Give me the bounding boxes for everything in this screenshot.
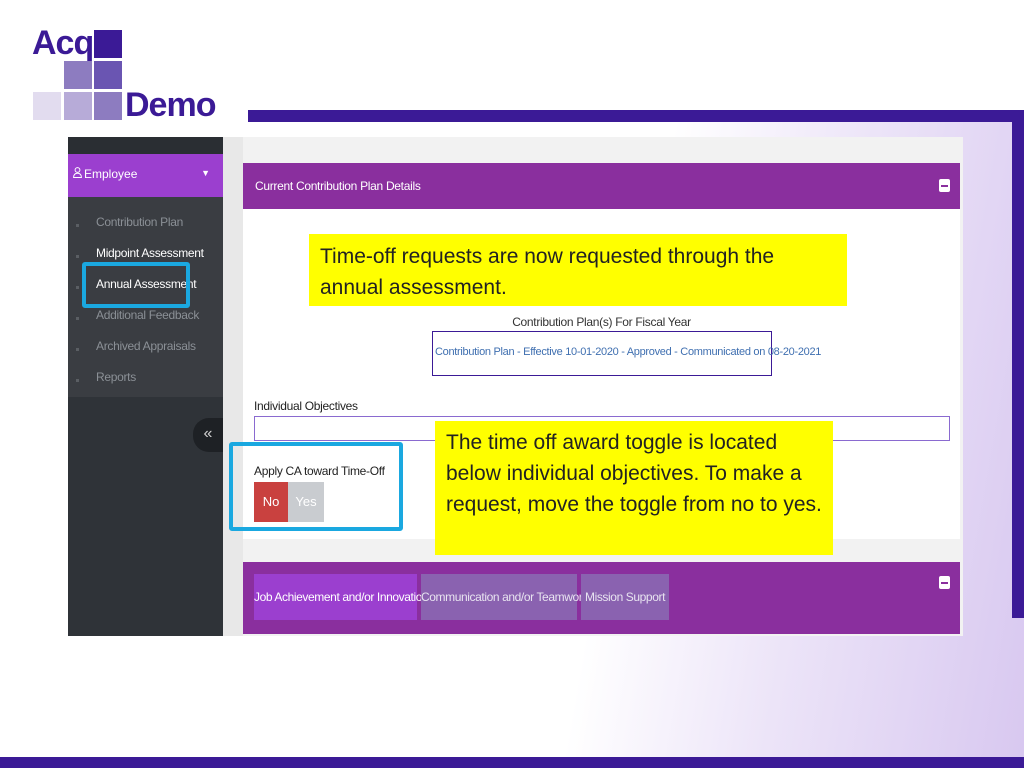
tab-communication[interactable]: Communication and/or Teamwork: [421, 574, 588, 620]
sidebar: Employee ▼ Contribution Plan Midpoint As…: [68, 137, 223, 636]
sidebar-section-label: Employee: [84, 167, 138, 181]
logo-text-acq: Acq: [32, 24, 94, 62]
bullet-icon: [76, 255, 79, 258]
logo-square: [94, 61, 122, 89]
sidebar-item-additional-feedback[interactable]: Additional Feedback: [96, 308, 199, 322]
sidebar-item-archived-appraisals[interactable]: Archived Appraisals: [96, 339, 196, 353]
sidebar-item-contribution-plan[interactable]: Contribution Plan: [96, 215, 183, 229]
bullet-icon: [76, 317, 79, 320]
contribution-plan-link[interactable]: Contribution Plan - Effective 10-01-2020…: [432, 331, 821, 376]
highlight-annual-assessment: [82, 262, 190, 308]
logo-text-demo: Demo: [125, 86, 216, 124]
objectives-tabs-header: Job Achievement and/or Innovation Commun…: [243, 562, 960, 634]
panel-header: Current Contribution Plan Details: [243, 163, 960, 209]
panel-title: Current Contribution Plan Details: [255, 179, 421, 193]
logo-square: [64, 92, 92, 120]
tab-mission-support[interactable]: Mission Support: [581, 574, 669, 620]
app-screenshot: Employee ▼ Contribution Plan Midpoint As…: [68, 137, 963, 636]
collapse-panel-icon[interactable]: [939, 179, 950, 192]
bullet-icon: [76, 348, 79, 351]
sidebar-section-employee[interactable]: Employee ▼: [68, 154, 223, 197]
right-accent-bar: [1012, 110, 1024, 618]
user-icon: [73, 167, 83, 181]
sidebar-item-reports[interactable]: Reports: [96, 370, 136, 384]
sidebar-item-midpoint-assessment[interactable]: Midpoint Assessment: [96, 246, 204, 260]
logo-square: [64, 61, 92, 89]
top-accent-bar: [248, 110, 1024, 122]
logo-square: [94, 92, 122, 120]
bullet-icon: [76, 224, 79, 227]
callout-time-off-requests: Time-off requests are now requested thro…: [309, 234, 847, 306]
fiscal-year-label: Contribution Plan(s) For Fiscal Year: [512, 315, 691, 329]
acqdemo-logo: Acq Demo: [32, 26, 222, 124]
bottom-accent-bar: [0, 757, 1024, 768]
logo-square: [94, 30, 122, 58]
sidebar-top-strip: [68, 137, 223, 154]
collapse-sidebar-button[interactable]: «: [193, 418, 223, 452]
individual-objectives-label: Individual Objectives: [254, 399, 358, 413]
collapse-panel-icon[interactable]: [939, 576, 950, 589]
tab-job-achievement[interactable]: Job Achievement and/or Innovation: [254, 574, 429, 620]
callout-toggle-location: The time off award toggle is located bel…: [435, 421, 833, 555]
bullet-icon: [76, 286, 79, 289]
bullet-icon: [76, 379, 79, 382]
highlight-time-off-toggle: [229, 442, 403, 531]
content-gutter: [223, 137, 243, 636]
caret-down-icon: ▼: [201, 168, 210, 178]
logo-square: [33, 92, 61, 120]
main-content: Current Contribution Plan Details Contri…: [223, 137, 963, 636]
